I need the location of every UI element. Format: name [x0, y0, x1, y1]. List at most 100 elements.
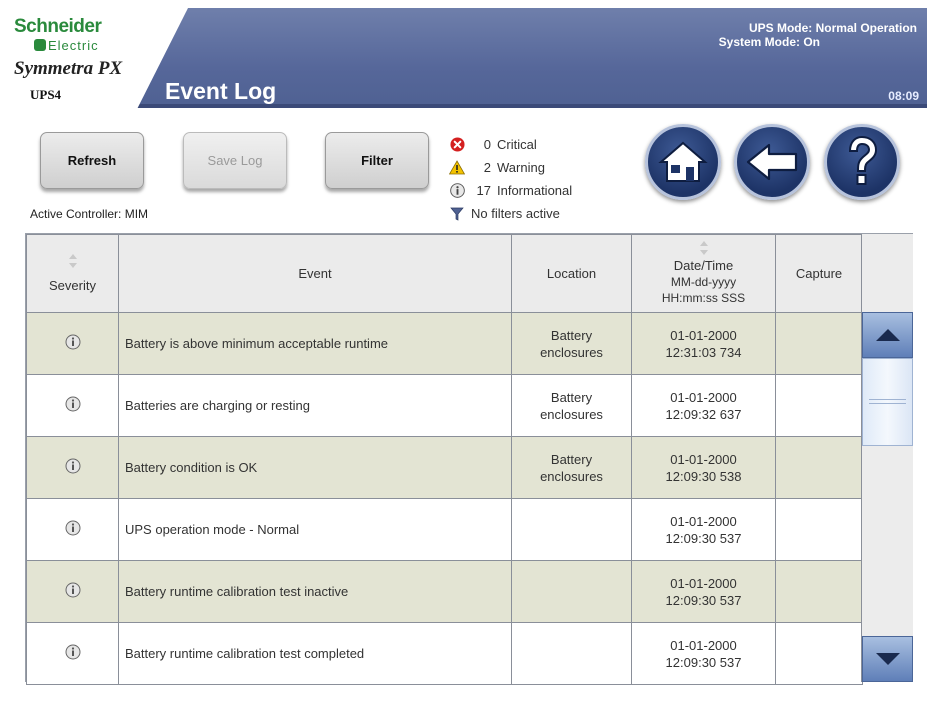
time-value: 12:31:03 734: [665, 344, 742, 360]
capture-cell[interactable]: [775, 312, 863, 375]
datetime-cell: 01-01-2000 12:09:30 537: [631, 498, 776, 561]
capture-cell[interactable]: [775, 498, 863, 561]
capture-cell[interactable]: [775, 436, 863, 499]
active-controller-label: Active Controller: MIM: [30, 207, 149, 221]
title-band-edge: [8, 104, 927, 108]
save-log-button[interactable]: Save Log: [183, 132, 287, 189]
location-line: Battery: [550, 327, 593, 343]
event-counts: 0 Critical 2 Warning 17 Informational No…: [449, 133, 572, 225]
severity-cell: [26, 374, 119, 437]
info-label: Informational: [497, 183, 573, 198]
home-button[interactable]: [645, 124, 721, 200]
location-cell: [511, 622, 632, 685]
table-row[interactable]: UPS operation mode - Normal 01-01-2000 12…: [26, 498, 863, 561]
capture-cell[interactable]: [775, 560, 863, 623]
warning-count-row: 2 Warning: [449, 156, 572, 179]
date-value: 01-01-2000: [670, 389, 737, 405]
home-icon: [658, 141, 708, 182]
scrollbar-header: [861, 234, 913, 312]
event-table-grid: Severity Event Location Date/Time MM-dd-…: [26, 234, 863, 685]
datetime-cell: 01-01-2000 12:09:30 537: [631, 622, 776, 685]
warning-label: Warning: [497, 160, 545, 175]
critical-count-row: 0 Critical: [449, 133, 572, 156]
location-cell: Battery enclosures: [511, 374, 632, 437]
header-capture: Capture: [775, 234, 863, 313]
time-value: 12:09:30 537: [665, 654, 742, 670]
header-datetime[interactable]: Date/Time MM-dd-yyyy HH:mm:ss SSS: [631, 234, 776, 313]
product-name: Symmetra PX: [14, 58, 123, 79]
help-button[interactable]: [824, 124, 900, 200]
scroll-down-button[interactable]: [862, 636, 913, 682]
event-log-table: Severity Event Location Date/Time MM-dd-…: [25, 233, 913, 685]
system-mode-status: System Mode: On: [718, 35, 820, 49]
critical-icon: [449, 137, 465, 153]
filter-status: No filters active: [471, 206, 560, 221]
back-button[interactable]: [734, 124, 810, 200]
severity-cell: [26, 498, 119, 561]
datetime-cell: 01-01-2000 12:09:30 538: [631, 436, 776, 499]
table-header-row: Severity Event Location Date/Time MM-dd-…: [26, 234, 863, 313]
severity-cell: [26, 622, 119, 685]
scrollbar-thumb[interactable]: [862, 358, 913, 446]
thumb-grip-line: [869, 403, 906, 404]
sort-icon: [68, 254, 77, 268]
event-cell: Battery condition is OK: [118, 436, 512, 499]
datetime-cell: 01-01-2000 12:31:03 734: [631, 312, 776, 375]
filter-status-row: No filters active: [449, 202, 572, 225]
location-cell: Battery enclosures: [511, 436, 632, 499]
datetime-cell: 01-01-2000 12:09:30 537: [631, 560, 776, 623]
unit-name: UPS4: [30, 87, 62, 102]
critical-label: Critical: [497, 137, 537, 152]
header-bar: Schneider Electric Symmetra PX UPS4 Even…: [8, 8, 927, 108]
header-datetime-format-date: MM-dd-yyyy: [670, 275, 737, 289]
location-line: Battery: [550, 451, 593, 467]
time-value: 12:09:32 637: [665, 406, 742, 422]
date-value: 01-01-2000: [670, 575, 737, 591]
scroll-up-button[interactable]: [862, 312, 913, 358]
header-event: Event: [118, 234, 512, 313]
header-severity-label: Severity: [49, 278, 96, 293]
info-icon: [65, 520, 80, 536]
sort-icon: [699, 241, 708, 255]
thumb-grip-line: [869, 399, 906, 400]
time-value: 12:09:30 538: [665, 468, 742, 484]
info-icon: [65, 582, 80, 598]
table-row[interactable]: Batteries are charging or resting Batter…: [26, 374, 863, 437]
location-line: enclosures: [540, 406, 603, 422]
info-icon: [65, 644, 80, 660]
location-line: enclosures: [540, 344, 603, 360]
info-icon: [65, 334, 80, 350]
header-datetime-format-time: HH:mm:ss SSS: [661, 291, 746, 305]
brand-mark-icon: [34, 39, 46, 51]
event-cell: Battery is above minimum acceptable runt…: [118, 312, 512, 375]
capture-cell[interactable]: [775, 622, 863, 685]
info-count: 17: [476, 183, 491, 198]
arrow-up-icon: [875, 329, 900, 341]
table-row[interactable]: Battery is above minimum acceptable runt…: [26, 312, 863, 375]
time-value: 12:09:30 537: [665, 530, 742, 546]
time-value: 12:09:30 537: [665, 592, 742, 608]
funnel-icon: [449, 206, 465, 222]
clock: 08:09: [888, 89, 919, 103]
location-line: enclosures: [540, 468, 603, 484]
brand-logo-text: Schneider: [14, 16, 102, 37]
location-cell: Battery enclosures: [511, 312, 632, 375]
header-datetime-label: Date/Time: [673, 258, 734, 273]
capture-cell[interactable]: [775, 374, 863, 437]
date-value: 01-01-2000: [670, 327, 737, 343]
info-count-row: 17 Informational: [449, 179, 572, 202]
table-row[interactable]: Battery runtime calibration test complet…: [26, 622, 863, 685]
refresh-button[interactable]: Refresh: [40, 132, 144, 189]
brand-logo-subtext: Electric: [34, 38, 99, 53]
header-severity[interactable]: Severity: [26, 234, 119, 313]
date-value: 01-01-2000: [670, 513, 737, 529]
severity-cell: [26, 312, 119, 375]
filter-button[interactable]: Filter: [325, 132, 429, 189]
table-row[interactable]: Battery condition is OK Battery enclosure…: [26, 436, 863, 499]
event-cell: UPS operation mode - Normal: [118, 498, 512, 561]
table-row[interactable]: Battery runtime calibration test inactiv…: [26, 560, 863, 623]
page-title: Event Log: [165, 78, 277, 104]
ups-mode-status: UPS Mode: Normal Operation: [748, 21, 917, 35]
brand-sub-label: Electric: [48, 38, 99, 53]
date-value: 01-01-2000: [670, 451, 737, 467]
